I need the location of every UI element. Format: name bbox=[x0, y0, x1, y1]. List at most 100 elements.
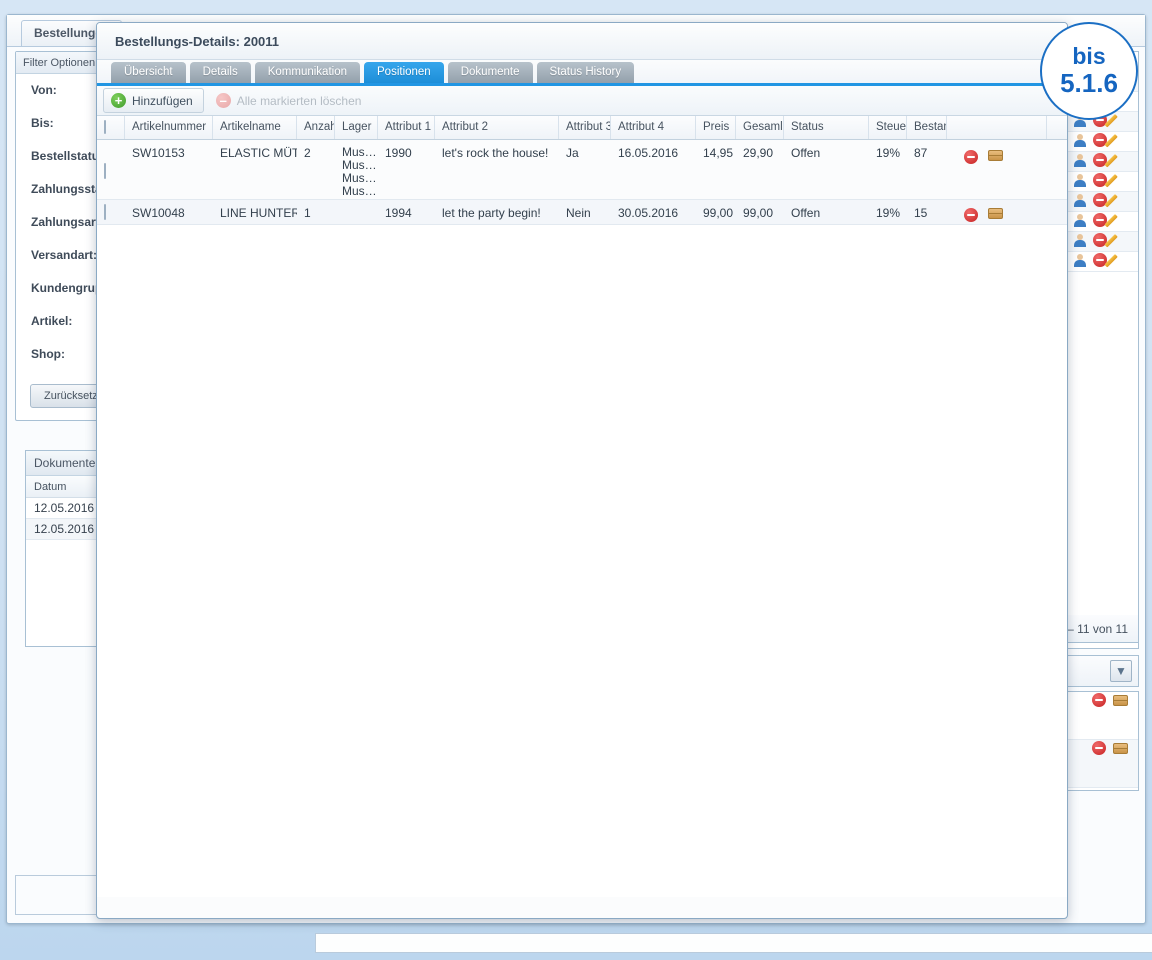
column-header-artikelnummer[interactable]: Artikelnummer bbox=[125, 116, 213, 139]
cell-lager: Mus… Mus… Mus… Mus… bbox=[335, 140, 378, 199]
cell-anzahl: 1 bbox=[304, 206, 311, 220]
tab-dokumente[interactable]: Dokumente bbox=[447, 62, 533, 83]
cell-artikelname: LINE HUNTER bbox=[220, 206, 297, 220]
delete-marked-button[interactable]: – Alle markierten löschen bbox=[208, 88, 373, 113]
row-actions bbox=[1073, 153, 1128, 167]
column-header-gesamt[interactable]: Gesaml bbox=[736, 116, 784, 139]
row-actions bbox=[954, 206, 1047, 222]
bottom-status-bar-right bbox=[315, 933, 1152, 953]
row-actions bbox=[1073, 173, 1128, 187]
user-icon bbox=[1073, 153, 1086, 167]
tab-status-history[interactable]: Status History bbox=[536, 62, 635, 83]
user-icon bbox=[1073, 213, 1086, 227]
add-position-button[interactable]: + Hinzufügen bbox=[103, 88, 204, 113]
column-header-steuersatz[interactable]: Steuerr bbox=[869, 116, 907, 139]
row-actions bbox=[1073, 233, 1128, 247]
column-header-attribut-4[interactable]: Attribut 4 bbox=[611, 116, 696, 139]
filter-label: Von: bbox=[31, 83, 57, 97]
order-details-modal: Bestellungs-Details: 20011 x Übersicht D… bbox=[96, 22, 1085, 919]
row-actions bbox=[954, 146, 1047, 164]
user-icon bbox=[1073, 173, 1086, 187]
tab-positionen[interactable]: Positionen bbox=[364, 62, 444, 83]
column-header-actions bbox=[947, 116, 1047, 139]
column-header-artikelname[interactable]: Artikelname bbox=[213, 116, 297, 139]
delete-marked-label: Alle markierten löschen bbox=[236, 93, 362, 108]
table-row[interactable]: SW10048 LINE HUNTER 1 1994 let the party… bbox=[97, 200, 1067, 225]
edit-pencil-icon[interactable] bbox=[1114, 113, 1128, 127]
table-row[interactable]: SW10153 ELASTIC MÜT… 2 Mus… Mus… Mus… Mu… bbox=[97, 140, 1067, 200]
tab-uebersicht[interactable]: Übersicht bbox=[111, 62, 186, 83]
row-checkbox-cell[interactable] bbox=[97, 200, 125, 224]
remove-circle-icon[interactable] bbox=[1092, 693, 1106, 707]
cell-bestand: 87 bbox=[914, 146, 928, 160]
edit-pencil-icon[interactable] bbox=[1114, 133, 1128, 147]
add-position-label: Hinzufügen bbox=[132, 93, 193, 108]
cell-attribut-3: Nein bbox=[566, 206, 591, 220]
remove-circle-icon[interactable] bbox=[964, 208, 978, 222]
grid-empty-area bbox=[97, 225, 1067, 897]
column-header-attribut-2[interactable]: Attribut 2 bbox=[435, 116, 559, 139]
page-title: Bestellungs-Details: 20011 bbox=[115, 34, 280, 49]
column-header-status[interactable]: Status bbox=[784, 116, 869, 139]
row-checkbox[interactable] bbox=[104, 163, 106, 179]
cell-attribut-2: let's rock the house! bbox=[442, 146, 549, 160]
cell-attribut-2: let the party begin! bbox=[442, 206, 541, 220]
column-header-lager[interactable]: Lager bbox=[335, 116, 378, 139]
cell-steuersatz: 19% bbox=[876, 146, 901, 160]
edit-pencil-icon[interactable] bbox=[1114, 193, 1128, 207]
cell-actions bbox=[947, 200, 1047, 224]
modal-tabbar: Übersicht Details Kommunikation Position… bbox=[97, 60, 1067, 86]
row-checkbox-cell[interactable] bbox=[97, 140, 125, 199]
column-header-preis[interactable]: Preis bbox=[696, 116, 736, 139]
cell-attribut-1: 1994 bbox=[385, 206, 412, 220]
cell-artikelnummer: SW10048 bbox=[132, 206, 185, 220]
edit-pencil-icon[interactable] bbox=[1114, 253, 1128, 267]
filter-label: Artikel: bbox=[31, 314, 73, 328]
cell-artikelname: ELASTIC MÜT… bbox=[220, 146, 297, 160]
cell-attribut-1: 1990 bbox=[385, 146, 412, 160]
cell-status: Offen bbox=[791, 146, 821, 160]
plus-circle-icon: + bbox=[111, 93, 126, 108]
user-icon bbox=[1073, 133, 1086, 147]
cell-attribut-4: 30.05.2016 bbox=[618, 206, 679, 220]
package-box-icon[interactable] bbox=[1113, 694, 1128, 706]
modal-title-bar: Bestellungs-Details: 20011 x bbox=[97, 23, 1085, 60]
package-box-icon[interactable] bbox=[988, 208, 1003, 219]
row-actions bbox=[1092, 693, 1128, 707]
version-badge-line2: 5.1.6 bbox=[1060, 68, 1118, 99]
tab-details[interactable]: Details bbox=[189, 62, 251, 83]
column-header-attribut-3[interactable]: Attribut 3 bbox=[559, 116, 611, 139]
cell-actions bbox=[947, 140, 1047, 199]
column-header-attribut-1[interactable]: Attribut 1 bbox=[378, 116, 435, 139]
edit-pencil-icon[interactable] bbox=[1114, 173, 1128, 187]
row-actions bbox=[1092, 741, 1128, 755]
package-box-icon[interactable] bbox=[988, 150, 1003, 161]
user-icon bbox=[1073, 253, 1086, 267]
column-header-bestand[interactable]: Bestand bbox=[907, 116, 947, 139]
filter-label: Zahlungsart: bbox=[31, 215, 104, 229]
select-all-checkbox[interactable] bbox=[104, 120, 106, 134]
chevron-down-icon[interactable]: ▼ bbox=[1110, 660, 1132, 682]
cell-anzahl: 2 bbox=[304, 146, 311, 160]
cell-attribut-3: Ja bbox=[566, 146, 579, 160]
chevron-glyph: ▼ bbox=[1115, 664, 1127, 678]
user-icon bbox=[1073, 233, 1086, 247]
edit-pencil-icon[interactable] bbox=[1114, 213, 1128, 227]
tab-kommunikation[interactable]: Kommunikation bbox=[254, 62, 360, 83]
row-checkbox[interactable] bbox=[104, 204, 106, 220]
edit-pencil-icon[interactable] bbox=[1114, 233, 1128, 247]
minus-circle-icon: – bbox=[215, 93, 231, 108]
edit-pencil-icon[interactable] bbox=[1114, 153, 1128, 167]
filter-label: Shop: bbox=[31, 347, 65, 361]
cell-bestand: 15 bbox=[914, 206, 928, 220]
filter-label: Bis: bbox=[31, 116, 54, 130]
lager-line: Mus… bbox=[342, 184, 377, 198]
select-all-checkbox-cell[interactable] bbox=[97, 116, 125, 139]
package-box-icon[interactable] bbox=[1113, 742, 1128, 754]
remove-circle-icon[interactable] bbox=[1092, 741, 1106, 755]
cell-gesamt: 99,00 bbox=[743, 206, 774, 220]
row-actions bbox=[1073, 213, 1128, 227]
positions-toolbar: + Hinzufügen – Alle markierten löschen bbox=[97, 86, 1067, 116]
column-header-anzahl[interactable]: Anzahl bbox=[297, 116, 335, 139]
remove-circle-icon[interactable] bbox=[964, 150, 978, 164]
